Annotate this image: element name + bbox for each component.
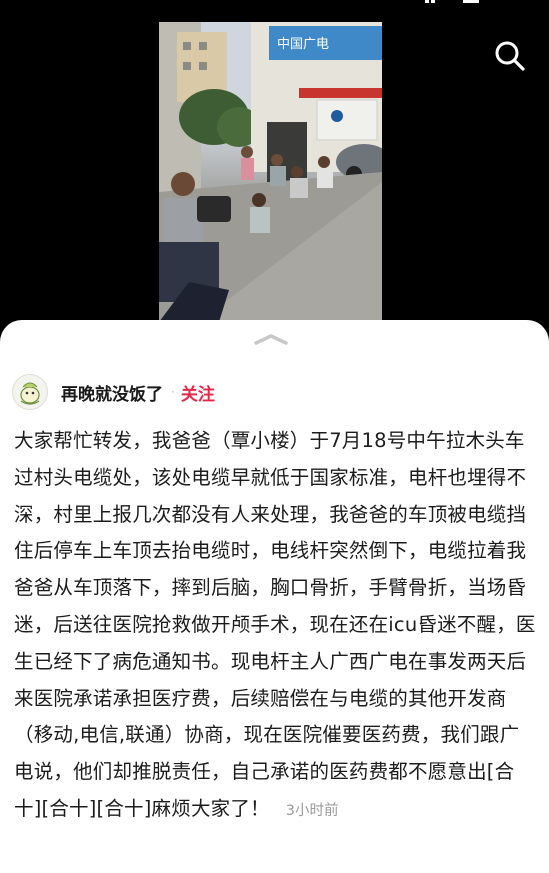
search-icon — [495, 41, 525, 71]
status-bar-icons — [425, 0, 479, 3]
chevron-up-icon — [254, 334, 288, 345]
post-text: 大家帮忙转发，我爸爸（覃小楼）于7月18号中午拉木头车过村头电缆处，该处电缆早就… — [14, 429, 536, 820]
post-photo[interactable]: 中国广电 — [159, 22, 382, 322]
separator-dot: · — [171, 385, 175, 399]
author-row: 再晚就没饭了 · 关注 — [12, 374, 215, 410]
post-content: 大家帮忙转发，我爸爸（覃小楼）于7月18号中午拉木头车过村头电缆处，该处电缆早就… — [14, 423, 536, 830]
avatar[interactable] — [12, 374, 48, 410]
author-name[interactable]: 再晚就没饭了 — [61, 380, 163, 405]
follow-button[interactable]: 关注 — [181, 380, 215, 405]
photo-sign-text: 中国广电 — [277, 37, 329, 52]
search-button[interactable] — [490, 36, 530, 76]
collapse-handle[interactable] — [253, 332, 289, 346]
post-sheet: 再晚就没饭了 · 关注 大家帮忙转发，我爸爸（覃小楼）于7月18号中午拉木头车过… — [0, 320, 549, 873]
media-area: 中国广电 — [0, 0, 549, 330]
avatar-cartoon-icon — [13, 375, 47, 409]
post-time: 3小时前 — [285, 802, 339, 819]
